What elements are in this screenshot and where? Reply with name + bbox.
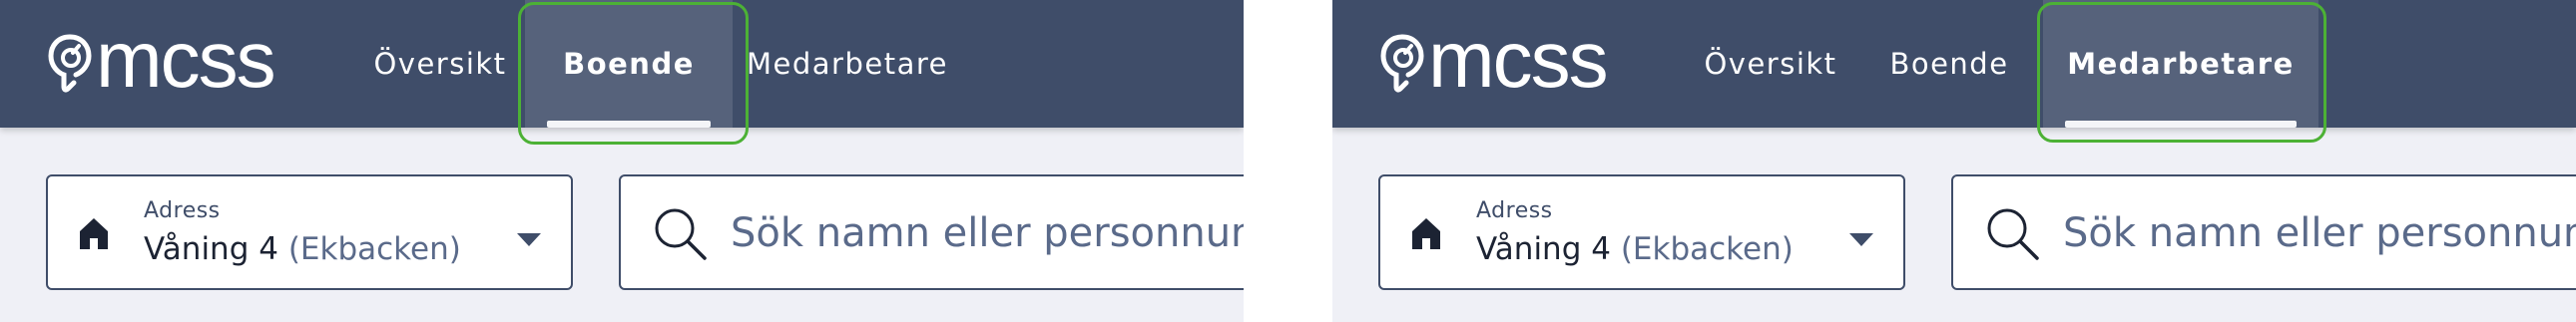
- address-label: Adress: [1476, 198, 1553, 223]
- brand-name: mcss: [96, 15, 276, 104]
- tab-boende-label: Boende: [1889, 47, 2009, 81]
- home-icon: [80, 218, 108, 249]
- address-value: Våning 4 (Ekbacken): [1476, 231, 1794, 267]
- tab-oversikt[interactable]: Översikt: [355, 0, 525, 128]
- active-tab-indicator: [547, 121, 711, 128]
- address-floor: Våning 4: [1476, 231, 1611, 267]
- screen-medarbetare: mcss Översikt Boende Medarbetare Adress …: [1332, 0, 2576, 322]
- search-input[interactable]: [2063, 198, 2576, 268]
- address-label: Adress: [144, 198, 221, 223]
- tab-medarbetare-label: Medarbetare: [747, 47, 948, 81]
- search-icon: [1987, 208, 2039, 260]
- search-field[interactable]: [619, 174, 1244, 290]
- search-icon: [655, 208, 707, 260]
- screen-boende: mcss Översikt Boende Medarbetare Adress …: [0, 0, 1244, 322]
- tab-medarbetare[interactable]: Medarbetare: [2043, 0, 2318, 128]
- search-field[interactable]: [1951, 174, 2576, 290]
- brand-logo[interactable]: mcss: [48, 15, 276, 104]
- tab-oversikt-label: Översikt: [373, 47, 507, 81]
- address-floor: Våning 4: [144, 231, 278, 267]
- tab-oversikt[interactable]: Översikt: [1686, 0, 1855, 128]
- tab-medarbetare[interactable]: Medarbetare: [733, 0, 962, 128]
- chevron-down-icon[interactable]: [517, 233, 541, 247]
- tab-oversikt-label: Översikt: [1704, 47, 1837, 81]
- tab-medarbetare-label: Medarbetare: [2067, 47, 2295, 81]
- mcss-logo-icon: [1380, 34, 1424, 93]
- address-selector[interactable]: Adress Våning 4 (Ekbacken): [1378, 174, 1905, 290]
- brand-logo[interactable]: mcss: [1380, 15, 1609, 104]
- chevron-down-icon[interactable]: [1849, 233, 1873, 247]
- address-building: (Ekbacken): [1620, 231, 1794, 267]
- tab-boende-label: Boende: [563, 47, 695, 81]
- mcss-logo-icon: [48, 34, 92, 93]
- address-selector[interactable]: Adress Våning 4 (Ekbacken): [46, 174, 573, 290]
- address-value: Våning 4 (Ekbacken): [144, 231, 461, 267]
- brand-name: mcss: [1428, 15, 1609, 104]
- top-navigation-bar: mcss Översikt Boende Medarbetare: [0, 0, 1244, 128]
- search-input[interactable]: [731, 198, 1244, 268]
- tab-boende[interactable]: Boende: [1855, 0, 2043, 128]
- home-icon: [1412, 218, 1440, 249]
- tab-boende[interactable]: Boende: [525, 0, 733, 128]
- address-building: (Ekbacken): [287, 231, 461, 267]
- top-navigation-bar: mcss Översikt Boende Medarbetare: [1332, 0, 2576, 128]
- active-tab-indicator: [2065, 121, 2297, 128]
